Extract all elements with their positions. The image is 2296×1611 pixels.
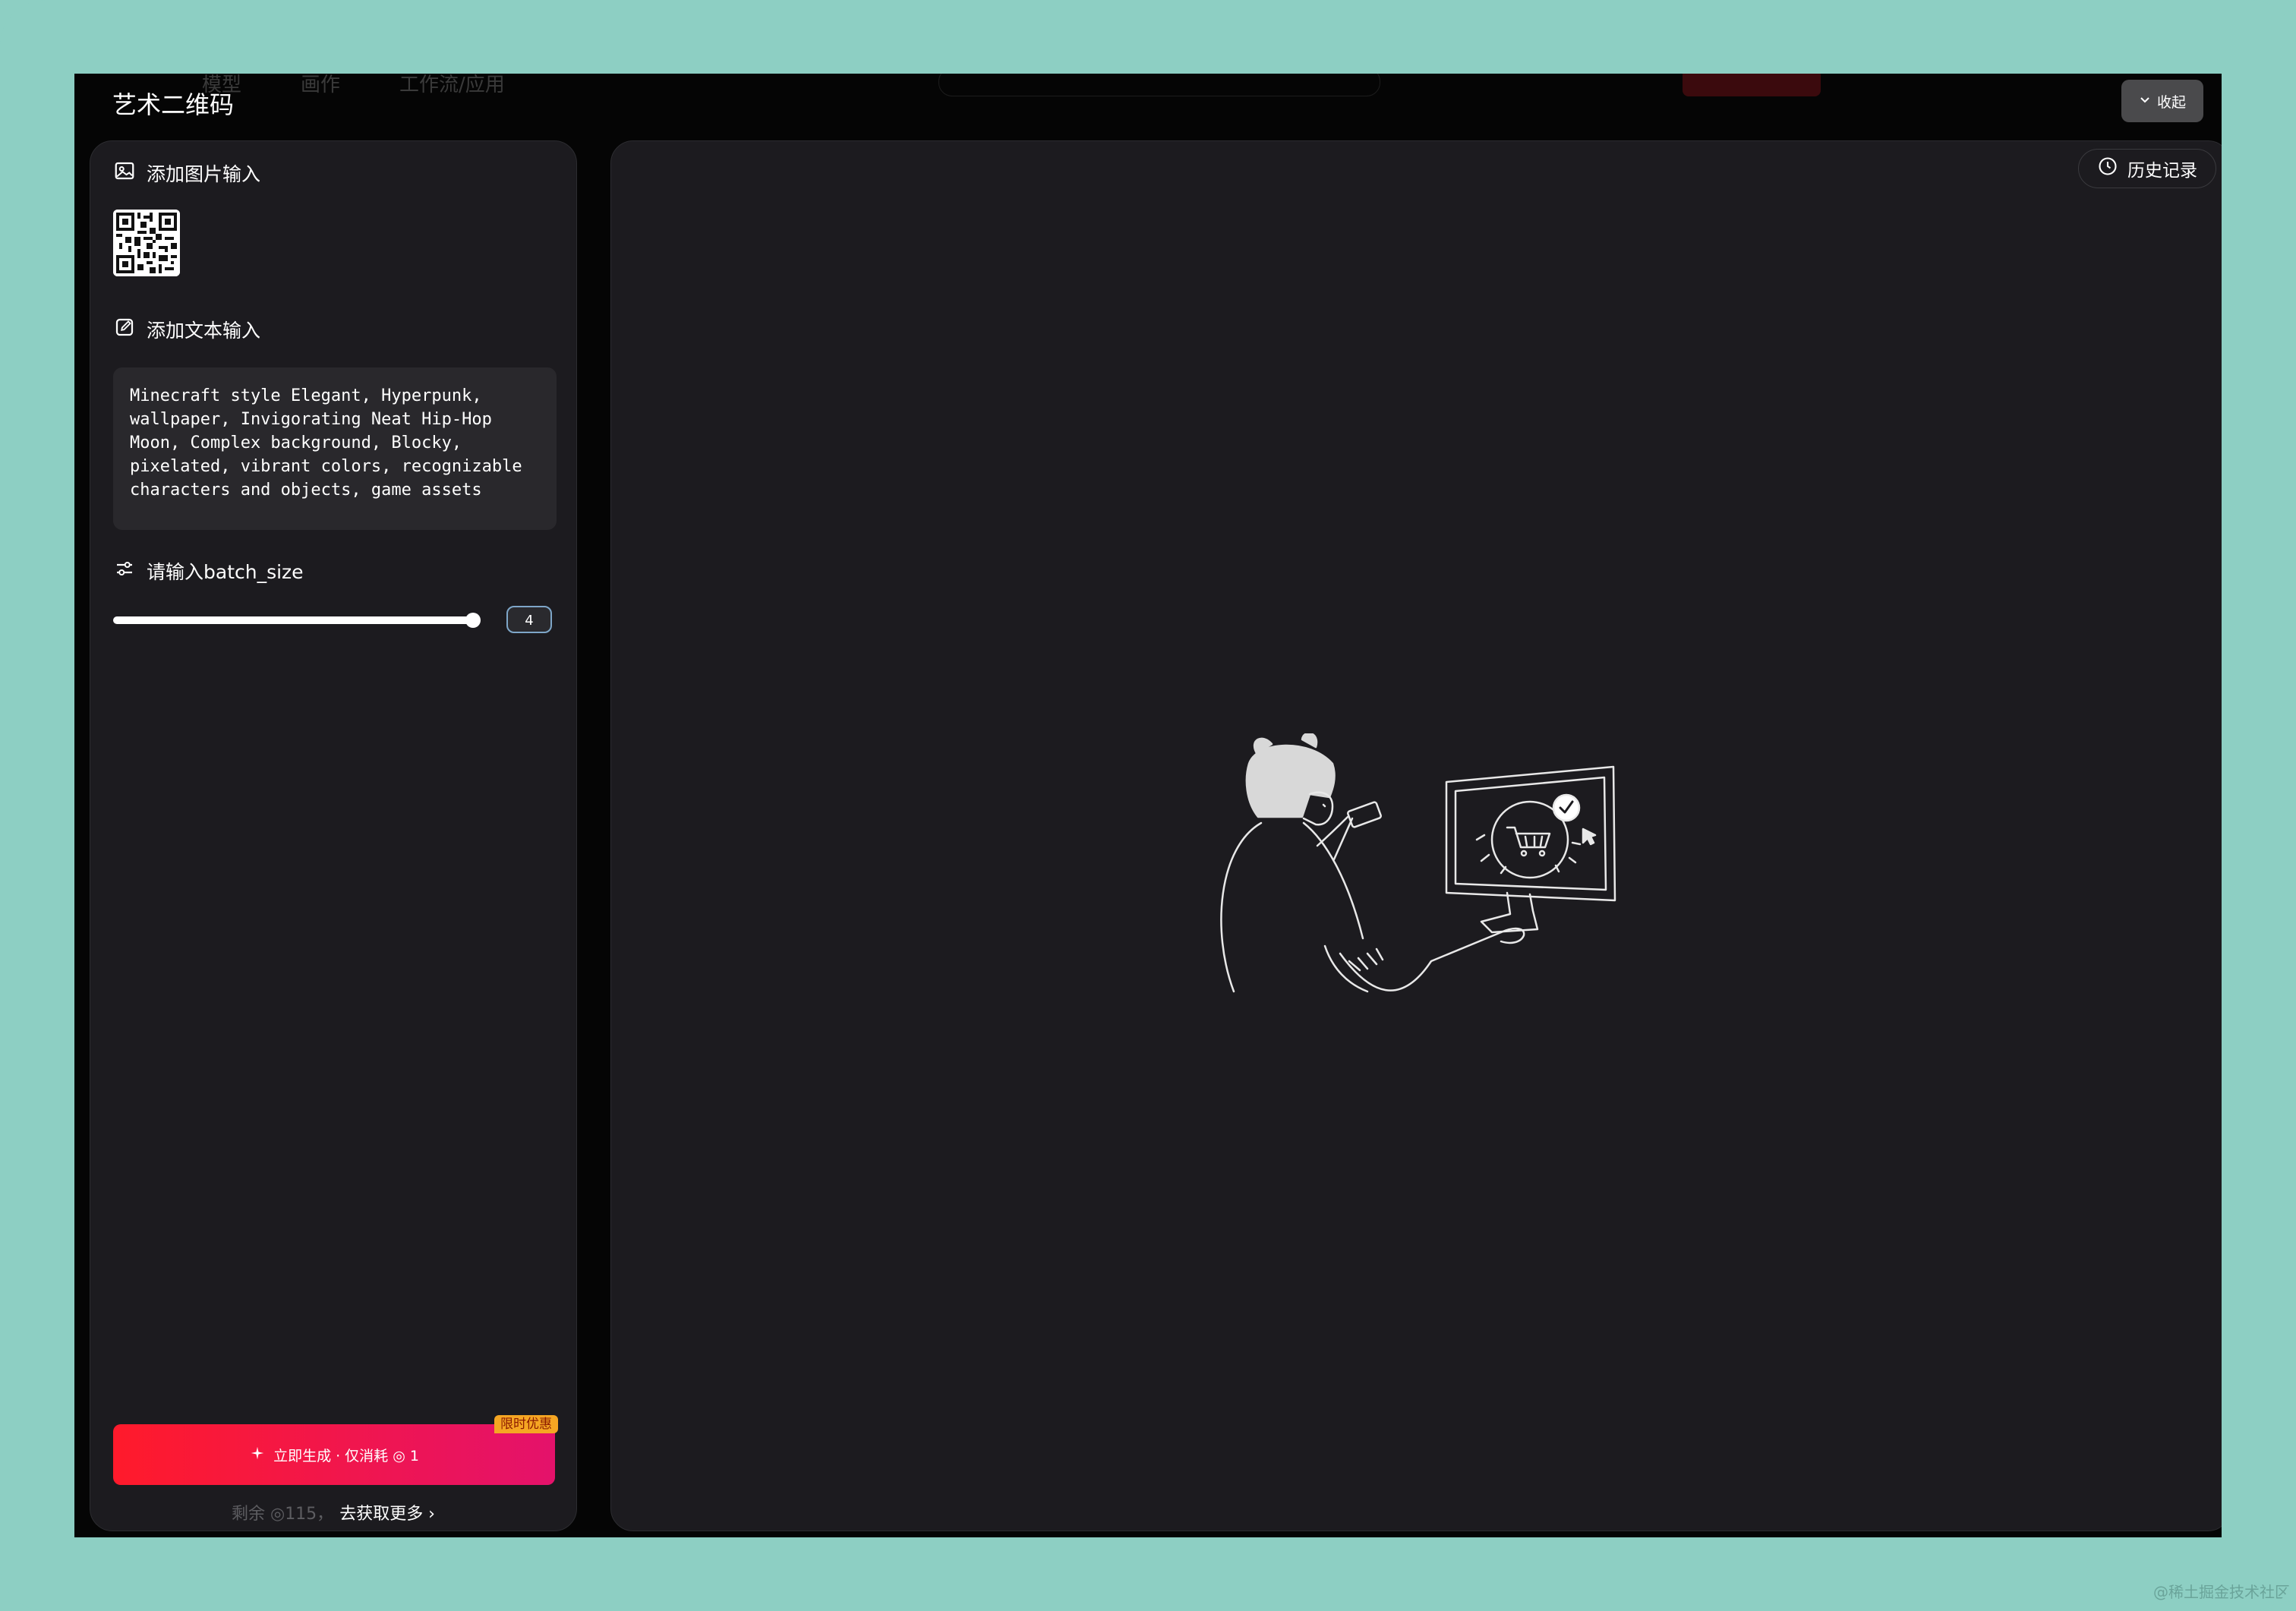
batch-size-label: 请输入batch_size — [147, 561, 304, 583]
image-input-header: 添加图片输入 — [113, 159, 260, 187]
generate-label: 立即生成 · 仅消耗 ◎ 1 — [273, 1447, 419, 1464]
result-panel: 历史记录 — [610, 140, 2222, 1531]
prompt-textarea[interactable]: Minecraft style Elegant, Hyperpunk, wall… — [113, 367, 557, 530]
modal-title: 艺术二维码 — [112, 90, 235, 119]
history-label: 历史记录 — [2127, 161, 2197, 181]
batch-size-slider-handle[interactable] — [465, 613, 481, 628]
batch-size-input[interactable]: 4 — [506, 606, 552, 633]
text-input-label: 添加文本输入 — [147, 320, 261, 342]
input-panel: 添加图片输入 添加文本输入 Minecraft style Elegant, H… — [90, 140, 577, 1531]
collapse-label: 收起 — [2156, 93, 2186, 111]
promo-badge: 限时优惠 — [494, 1415, 558, 1433]
bg-search-box — [938, 74, 1380, 96]
remaining-credits: 剩余 ◎115， 去获取更多 › — [90, 1500, 576, 1524]
image-icon — [113, 159, 136, 187]
empty-state-illustration — [1219, 732, 1644, 1055]
collapse-button[interactable]: 收起 — [2121, 80, 2203, 122]
sliders-icon — [113, 557, 136, 585]
remaining-text: 剩余 ◎115， — [232, 1505, 334, 1524]
bg-nav-artworks: 画作 — [301, 74, 341, 96]
screenshot-frame: 模型 画作 工作流/应用 艺术二维码 收起 添加图片输入 添加文本输入 Mine… — [0, 0, 2296, 1611]
app-window: 模型 画作 工作流/应用 艺术二维码 收起 添加图片输入 添加文本输入 Mine… — [74, 74, 2222, 1537]
get-more-link[interactable]: 去获取更多 › — [339, 1505, 435, 1524]
batch-size-header: 请输入batch_size — [113, 557, 304, 585]
text-input-header: 添加文本输入 — [113, 316, 260, 343]
background-nav: 模型 画作 工作流/应用 — [74, 74, 2222, 104]
batch-size-slider-track[interactable] — [113, 616, 476, 624]
generate-button[interactable]: 立即生成 · 仅消耗 ◎ 1 — [113, 1424, 555, 1485]
clock-icon — [2097, 156, 2118, 181]
sparkle-icon — [249, 1445, 266, 1465]
bg-nav-workflows: 工作流/应用 — [399, 74, 505, 96]
qr-code-thumbnail[interactable] — [113, 210, 180, 276]
image-input-label: 添加图片输入 — [147, 163, 261, 185]
history-button[interactable]: 历史记录 — [2078, 149, 2216, 188]
watermark-text: @稀土掘金技术社区 — [2153, 1583, 2290, 1601]
chevron-down-icon — [2139, 93, 2151, 109]
bg-start-drawing-button — [1683, 74, 1821, 96]
edit-icon — [113, 316, 136, 343]
